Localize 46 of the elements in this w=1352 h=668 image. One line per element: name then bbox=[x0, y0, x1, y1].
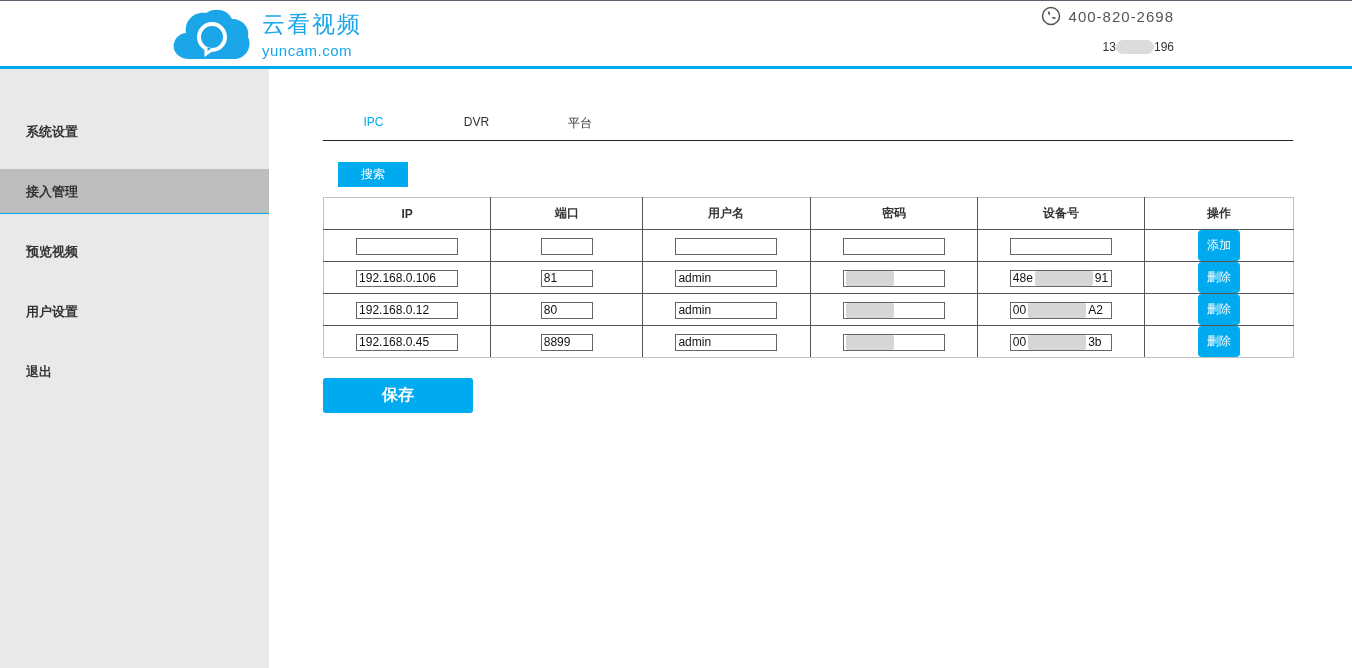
tab[interactable]: 平台 bbox=[527, 107, 632, 140]
redaction-blur bbox=[845, 334, 894, 350]
tab[interactable]: DVR bbox=[424, 107, 529, 140]
device-id-field[interactable]: 48e 91 bbox=[1009, 269, 1112, 287]
redaction-blur bbox=[1034, 270, 1093, 286]
redaction-blur bbox=[845, 270, 894, 286]
account-number-start: 13 bbox=[1102, 40, 1116, 54]
column-header: 密码 bbox=[810, 197, 978, 230]
port-field[interactable]: 8899 bbox=[540, 333, 593, 351]
username-field[interactable] bbox=[675, 237, 778, 255]
username-field[interactable]: admin bbox=[675, 333, 778, 351]
phone-icon bbox=[1040, 6, 1061, 26]
phone-number: 400-820-2698 bbox=[1068, 7, 1174, 25]
redaction-blur bbox=[1028, 302, 1087, 318]
port-field[interactable]: 80 bbox=[540, 301, 593, 319]
sidebar-item[interactable]: 用户设置 bbox=[0, 289, 269, 334]
sidebar-item[interactable]: 接入管理 bbox=[0, 169, 269, 214]
ip-field[interactable]: 192.168.0.45 bbox=[356, 333, 459, 351]
password-field[interactable] bbox=[842, 301, 945, 319]
redaction-blur bbox=[1115, 40, 1154, 54]
column-header: 设备号 bbox=[977, 197, 1145, 230]
redaction-blur bbox=[1028, 334, 1087, 350]
brand-domain: yuncam.com bbox=[262, 41, 354, 59]
redaction-blur bbox=[845, 302, 894, 318]
port-field[interactable]: 81 bbox=[540, 269, 593, 287]
password-field[interactable] bbox=[842, 333, 945, 351]
ip-field[interactable]: 192.168.0.106 bbox=[356, 269, 459, 287]
password-field[interactable] bbox=[842, 269, 945, 287]
column-header: 端口 bbox=[490, 197, 643, 230]
device-id-field[interactable]: 00 A2 bbox=[1009, 301, 1112, 319]
username-field[interactable]: admin bbox=[675, 301, 778, 319]
device-id-field[interactable] bbox=[1009, 237, 1112, 255]
column-header: IP bbox=[323, 197, 491, 230]
column-header: 操作 bbox=[1144, 197, 1294, 230]
password-field[interactable] bbox=[842, 237, 945, 255]
username-field[interactable]: admin bbox=[675, 269, 778, 287]
device-id-field[interactable]: 00 3b bbox=[1009, 333, 1112, 351]
account-number-end: 196 bbox=[1153, 40, 1174, 54]
sidebar-item[interactable]: 系统设置 bbox=[0, 109, 269, 154]
sidebar-item[interactable]: 预览视频 bbox=[0, 229, 269, 274]
brand-name: 云看视频 bbox=[262, 9, 362, 39]
column-header: 用户名 bbox=[642, 197, 810, 230]
ip-field[interactable] bbox=[356, 237, 459, 255]
ip-field[interactable]: 192.168.0.12 bbox=[356, 301, 459, 319]
port-field[interactable] bbox=[540, 237, 593, 255]
sidebar-item[interactable]: 退出 bbox=[0, 349, 269, 394]
